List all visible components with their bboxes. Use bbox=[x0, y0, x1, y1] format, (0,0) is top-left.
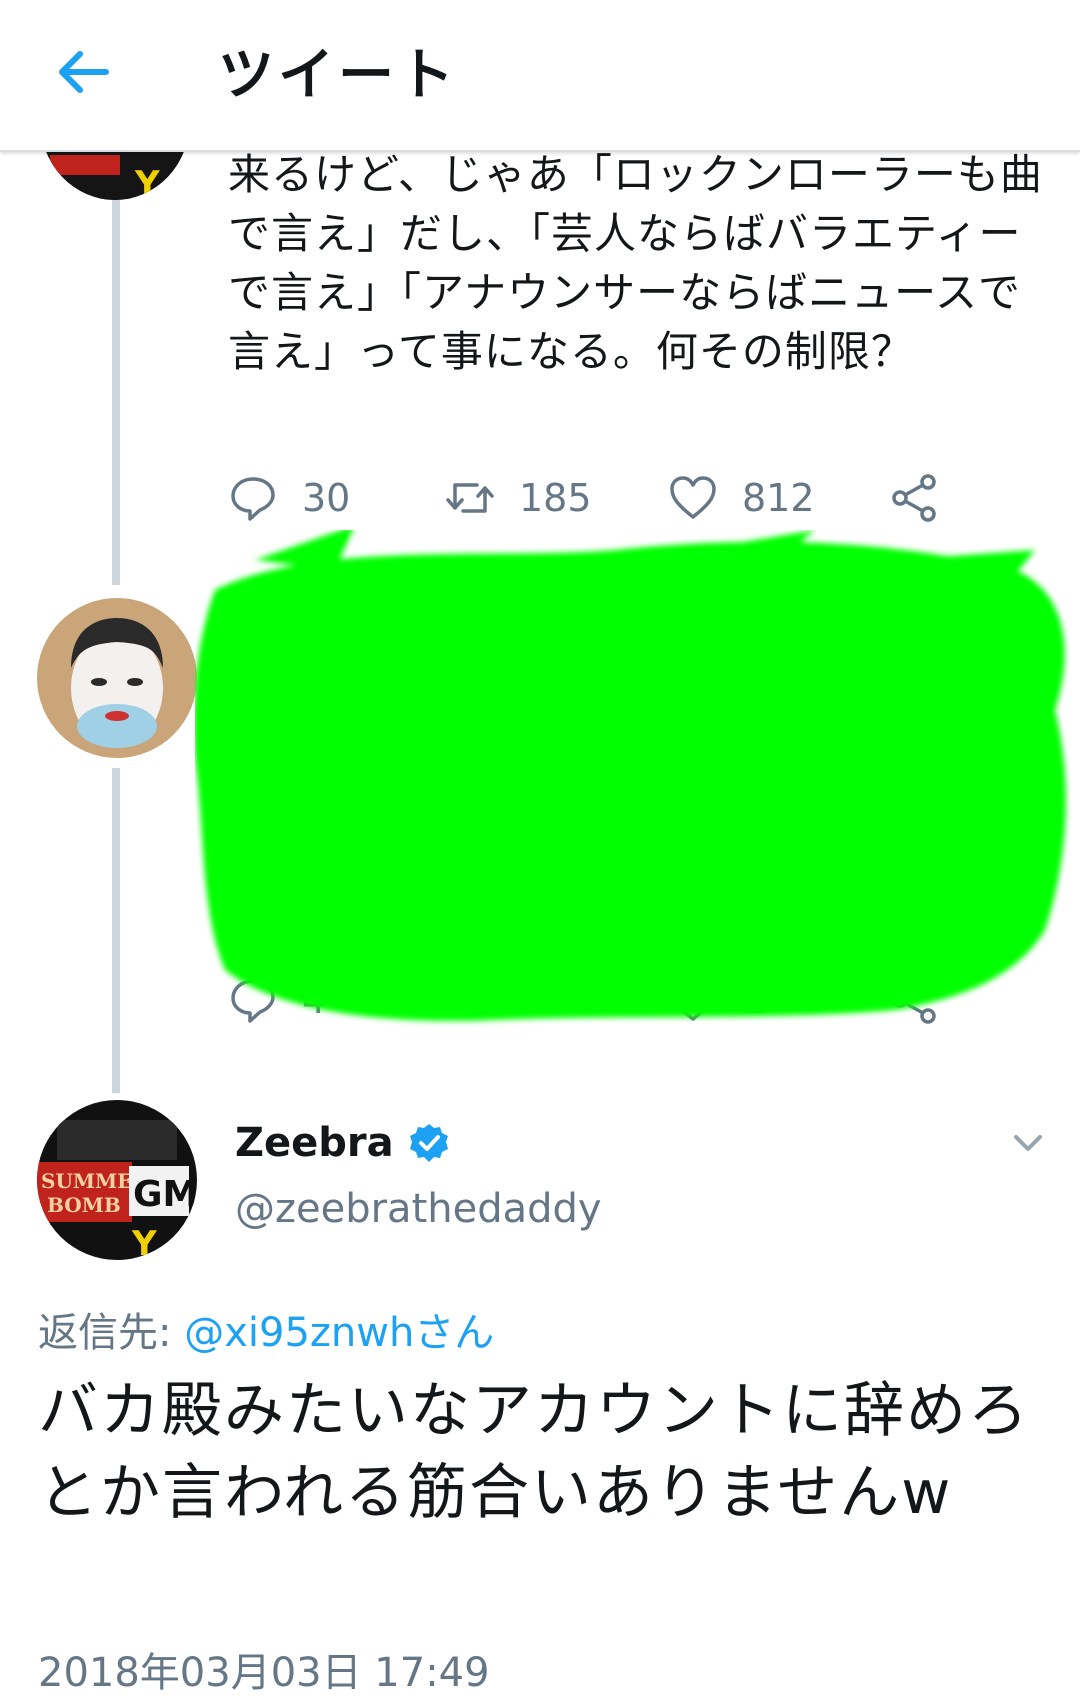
reply-icon bbox=[231, 477, 275, 521]
svg-text:Y: Y bbox=[131, 1224, 157, 1260]
page-title: ツイート bbox=[218, 43, 458, 108]
arrow-left-icon[interactable] bbox=[52, 40, 116, 104]
heart-icon bbox=[670, 476, 716, 519]
chevron-down-icon[interactable] bbox=[1010, 1125, 1046, 1161]
avatar[interactable]: SUMMER BOMB GM Y bbox=[37, 1100, 197, 1260]
main-tweet-text: バカ殿みたいなアカウントに辞めろとか言われる筋合いありませんw bbox=[38, 1376, 1030, 1528]
retweet-icon bbox=[446, 483, 494, 513]
svg-text:Y: Y bbox=[134, 164, 160, 200]
verified-badge-icon bbox=[409, 1124, 448, 1162]
avatar-text: BOMB bbox=[47, 1193, 121, 1217]
share-icon bbox=[892, 474, 936, 522]
reply-to-line: 返信先: @xi95znwhさん bbox=[38, 1300, 494, 1358]
reply-mention-link[interactable]: @xi95znwhさん bbox=[184, 1310, 494, 1356]
display-name-text: Zeebra bbox=[235, 1120, 394, 1166]
tweet-text: 来るけど、じゃあ「ロックンローラーも曲で言え」だし、「芸人ならばバラエティーで言… bbox=[228, 150, 1043, 376]
user-handle[interactable]: @zeebrathedaddy bbox=[235, 1186, 602, 1232]
white-face-avatar[interactable] bbox=[37, 598, 197, 758]
like-count: 812 bbox=[742, 476, 815, 520]
retweet-count: 185 bbox=[519, 476, 592, 520]
like-button[interactable]: 812 bbox=[668, 473, 815, 523]
app-header: ツイート bbox=[0, 0, 1080, 152]
reply-to-label: 返信先: bbox=[38, 1310, 172, 1356]
display-name[interactable]: Zeebra bbox=[235, 1120, 450, 1166]
retweet-button[interactable]: 185 bbox=[445, 473, 592, 523]
thread-line bbox=[112, 200, 120, 585]
reply-button[interactable]: 30 bbox=[228, 473, 350, 523]
reply-count: 30 bbox=[302, 476, 351, 520]
thread-line bbox=[112, 768, 120, 1093]
redaction-scribble bbox=[195, 530, 1066, 1021]
tweet-timestamp: 2018年03月03日 17:49 bbox=[38, 1650, 490, 1696]
share-button[interactable] bbox=[890, 473, 940, 523]
avatar-text: GM bbox=[133, 1174, 197, 1215]
